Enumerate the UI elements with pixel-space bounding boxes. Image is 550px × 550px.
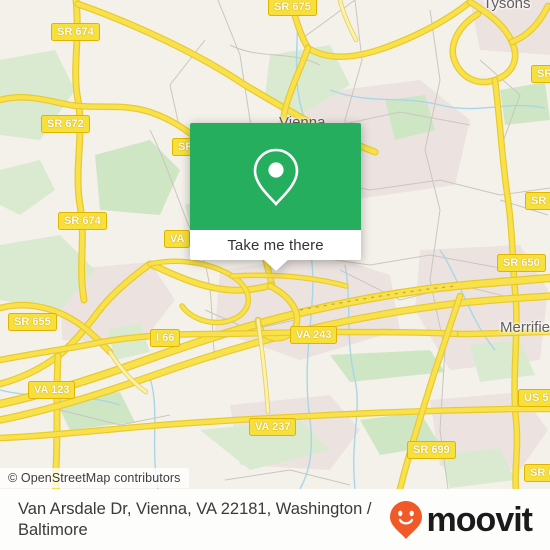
road-shield: VA 237 [249,418,297,436]
moovit-wordmark: moovit [426,500,533,539]
road-shield: I 66 [150,329,181,347]
take-me-there-button[interactable]: Take me there [190,230,361,260]
map-place-label-merrifield: Merrifield [500,319,550,336]
road-shield: VA [164,230,191,248]
road-shield: SR 674 [58,212,107,230]
moovit-smiley-pin-icon [389,500,422,539]
road-shield: SR 699 [407,441,456,459]
map-attribution[interactable]: © OpenStreetMap contributors [0,468,189,488]
road-shield: SR 6 [525,192,550,210]
popup-image-area [190,123,361,230]
location-pin-icon [253,148,298,206]
place-title: Van Arsdale Dr, Vienna, VA 22181, Washin… [18,499,372,539]
road-shield: SR 675 [268,0,317,16]
map-viewport[interactable]: .wat{fill:none;stroke:#a8d6e8;stroke-wid… [0,0,550,489]
road-shield: SR 674 [51,23,100,41]
road-shield: SR 6 [524,464,550,482]
popup-pointer-tail [263,260,288,271]
road-shield: VA 123 [28,381,76,399]
moovit-logo[interactable]: moovit [389,500,533,540]
map-screen: .wat{fill:none;stroke:#a8d6e8;stroke-wid… [0,0,550,550]
take-me-there-label: Take me there [227,236,324,254]
road-shield: SR 655 [8,313,57,331]
destination-popup-card[interactable]: Take me there [190,123,361,271]
footer-bar: Van Arsdale Dr, Vienna, VA 22181, Washin… [0,489,550,550]
road-shield: VA 243 [290,326,338,344]
road-shield: SR [531,65,550,83]
map-place-label-tysons: Tysons [483,0,531,12]
road-shield: SR 650 [497,254,546,272]
road-shield: SR 672 [41,115,90,133]
road-shield: US 5 [518,389,550,407]
